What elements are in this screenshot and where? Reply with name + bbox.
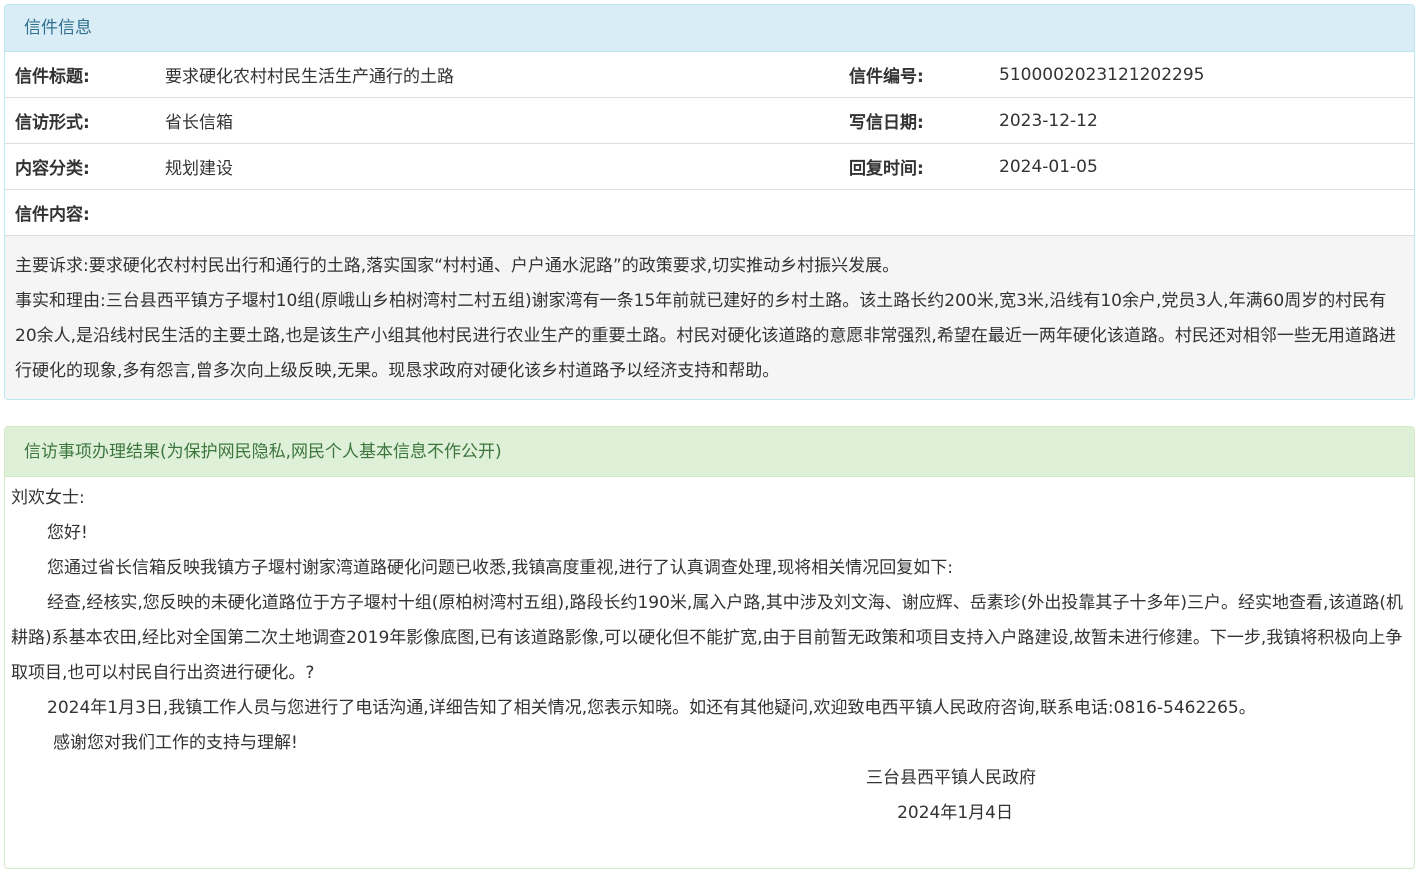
category-label: 内容分类: (5, 143, 165, 190)
letter-info-heading: 信件信息 (5, 5, 1414, 52)
reply-greeting: 您好! (47, 523, 88, 543)
letter-title-value: 要求硬化农村村民生活生产通行的土路 (165, 67, 454, 87)
reply-time-label: 回复时间: (839, 143, 999, 190)
reply-paragraph: 您通过省长信箱反映我镇方子堰村谢家湾道路硬化问题已收悉,我镇高度重视,进行了认真… (47, 558, 953, 578)
letter-content-body: 主要诉求:要求硬化农村村民出行和通行的土路,落实国家“村村通、户户通水泥路”的政… (5, 235, 1414, 389)
letter-number-value: 5100002023121202295 (999, 64, 1205, 85)
letter-number-label: 信件编号: (849, 67, 924, 87)
reply-paragraph: 2024年1月3日,我镇工作人员与您进行了电话沟通,详细告知了相关情况,您表示知… (47, 698, 1256, 718)
write-date-label: 写信日期: (839, 97, 999, 144)
reply-body: 刘欢女士: 您好! 您通过省长信箱反映我镇方子堰村谢家湾道路硬化问题已收悉,我镇… (5, 477, 1414, 831)
signature-org: 三台县西平镇人民政府 (866, 768, 1036, 788)
content-paragraph: 事实和理由:三台县西平镇方子堰村10组(原峨山乡柏树湾村二村五组)谢家湾有一条1… (15, 291, 1396, 381)
petition-form-label: 信访形式: (5, 97, 165, 144)
signature-date: 2024年1月4日 (897, 803, 1013, 823)
meta-row: 信件标题: 要求硬化农村村民生活生产通行的土路 信件编号: 5100002023… (5, 52, 1414, 98)
reply-thanks: 感谢您对我们工作的支持与理解! (53, 733, 298, 753)
reply-time-value: 2024-01-05 (999, 143, 1414, 190)
letter-title-label: 信件标题: (15, 67, 90, 87)
reply-salutation: 刘欢女士: (11, 488, 85, 508)
reply-result-heading: 信访事项办理结果(为保护网民隐私,网民个人基本信息不作公开) (5, 427, 1414, 477)
meta-row: 信件内容: (5, 189, 1414, 235)
reply-result-panel: 信访事项办理结果(为保护网民隐私,网民个人基本信息不作公开) 刘欢女士: 您好!… (4, 426, 1415, 869)
content-paragraph: 主要诉求:要求硬化农村村民出行和通行的土路,落实国家“村村通、户户通水泥路”的政… (15, 256, 900, 276)
write-date-value: 2023-12-12 (999, 97, 1414, 144)
letter-content-label: 信件内容: (5, 189, 1414, 235)
letter-meta-table: 信件标题: 要求硬化农村村民生活生产通行的土路 信件编号: 5100002023… (5, 52, 1414, 235)
letter-info-panel: 信件信息 信件标题: 要求硬化农村村民生活生产通行的土路 信件编号: 51000… (4, 4, 1415, 400)
category-value: 规划建设 (165, 143, 839, 190)
reply-paragraph: 经查,经核实,您反映的未硬化道路位于方子堰村十组(原柏树湾村五组),路段长约19… (11, 593, 1404, 683)
petition-form-value: 省长信箱 (165, 97, 839, 144)
meta-row: 信访形式: 省长信箱 写信日期: 2023-12-12 (5, 97, 1414, 144)
meta-row: 内容分类: 规划建设 回复时间: 2024-01-05 (5, 143, 1414, 190)
